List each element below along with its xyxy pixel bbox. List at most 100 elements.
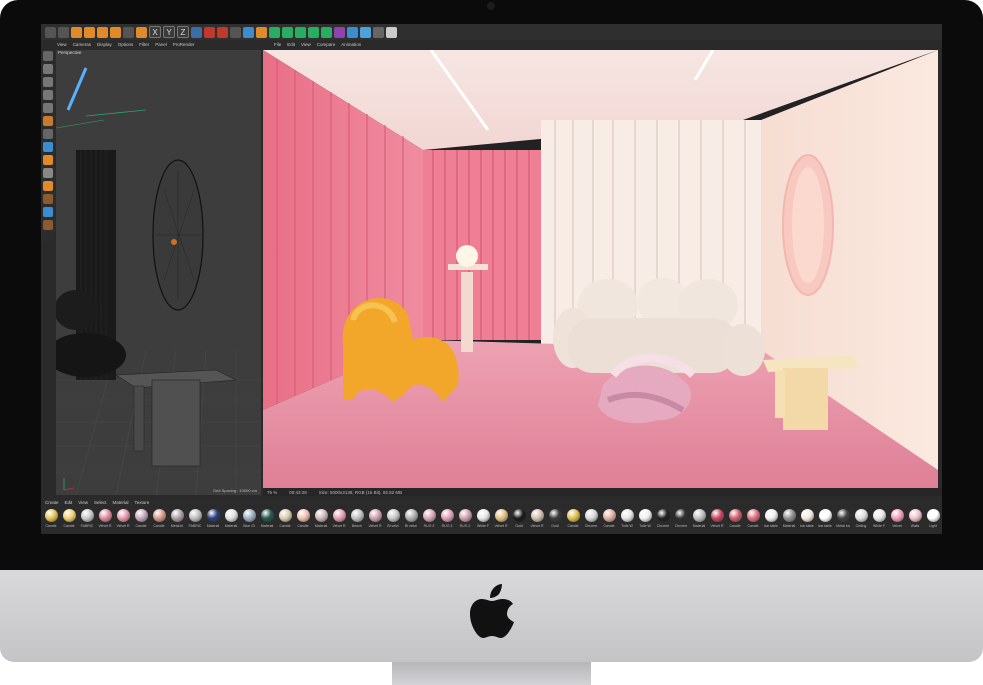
material-swatch[interactable]: Material — [205, 507, 221, 533]
material-swatch[interactable]: Candle — [745, 507, 761, 533]
axis-z-button[interactable]: Z — [177, 26, 189, 38]
mat-menu-edit[interactable]: Edit — [65, 500, 73, 505]
material-swatch[interactable]: bar table — [763, 507, 779, 533]
camera-object-icon[interactable] — [334, 26, 345, 38]
material-swatch[interactable]: Candle — [601, 507, 617, 533]
mat-menu-material[interactable]: Material — [112, 500, 128, 505]
material-swatch[interactable]: Candle — [43, 507, 59, 533]
material-swatch[interactable]: Velvet — [889, 507, 905, 533]
menu-display[interactable]: Display — [97, 41, 112, 49]
material-swatch[interactable]: Tulle W — [619, 507, 635, 533]
material-swatch[interactable]: Chrome — [583, 507, 599, 533]
workplane-icon[interactable] — [43, 155, 53, 165]
scene-icon[interactable] — [308, 26, 319, 38]
lock-icon[interactable] — [43, 220, 53, 230]
material-swatch[interactable]: Candle — [565, 507, 581, 533]
pv-menu-view[interactable]: View — [301, 41, 311, 49]
material-swatch[interactable]: Velvet R — [493, 507, 509, 533]
axis-y-button[interactable]: Y — [163, 26, 175, 38]
render-region-icon[interactable] — [204, 26, 215, 38]
render-settings-icon[interactable] — [230, 26, 241, 38]
model-mode-icon[interactable] — [43, 51, 53, 61]
add-icon[interactable] — [136, 26, 147, 38]
texture-mode-icon[interactable] — [43, 77, 53, 87]
pv-menu-edit[interactable]: Edit — [287, 41, 295, 49]
render-viewer[interactable] — [263, 50, 938, 494]
material-swatch[interactable]: Chrome — [655, 507, 671, 533]
material-swatch[interactable]: Walls — [907, 507, 923, 533]
material-swatch[interactable]: Candle — [61, 507, 77, 533]
scale-icon[interactable] — [97, 26, 108, 38]
material-swatch[interactable]: Metal ba — [835, 507, 851, 533]
material-swatch[interactable]: Bench — [349, 507, 365, 533]
material-swatch[interactable]: Velvet R — [529, 507, 545, 533]
material-swatch[interactable]: RUG 3 — [421, 507, 437, 533]
material-swatch[interactable]: Material — [313, 507, 329, 533]
material-swatch[interactable]: Material — [223, 507, 239, 533]
menu-view[interactable]: View — [57, 41, 67, 49]
undo-icon[interactable] — [45, 26, 56, 38]
material-swatch[interactable]: Velvet R — [709, 507, 725, 533]
polygons-mode-icon[interactable] — [43, 116, 53, 126]
material-swatch[interactable]: bar table — [799, 507, 815, 533]
material-swatch[interactable]: FABRIC — [79, 507, 95, 533]
light-icon[interactable] — [373, 26, 384, 38]
move-icon[interactable] — [84, 26, 95, 38]
coordinate-system-icon[interactable] — [191, 26, 202, 38]
floor-icon[interactable] — [360, 26, 371, 38]
material-swatch[interactable]: bar table — [817, 507, 833, 533]
object-mode-icon[interactable] — [43, 64, 53, 74]
material-swatch[interactable]: Metal bl — [169, 507, 185, 533]
menu-cameras[interactable]: Cameras — [73, 41, 91, 49]
material-swatch[interactable]: Chrome — [673, 507, 689, 533]
edges-mode-icon[interactable] — [43, 103, 53, 113]
material-swatch[interactable]: RUG 3 — [439, 507, 455, 533]
material-swatch[interactable]: Candle — [133, 507, 149, 533]
material-swatch[interactable]: Material — [781, 507, 797, 533]
render-view-icon[interactable] — [217, 26, 228, 38]
mat-menu-create[interactable]: Create — [45, 500, 59, 505]
material-swatch[interactable]: White F — [475, 507, 491, 533]
material-swatch[interactable]: Velvet R — [331, 507, 347, 533]
material-swatch[interactable]: Candle — [727, 507, 743, 533]
field-icon[interactable] — [295, 26, 306, 38]
rotate-icon[interactable] — [110, 26, 121, 38]
select-icon[interactable] — [71, 26, 82, 38]
redo-icon[interactable] — [58, 26, 69, 38]
material-swatch[interactable]: RUG 2 — [457, 507, 473, 533]
pv-menu-animation[interactable]: Animation — [341, 41, 361, 49]
sculpt-icon[interactable] — [43, 181, 53, 191]
cube-icon[interactable] — [243, 26, 254, 38]
material-swatch[interactable]: Velvet R — [97, 507, 113, 533]
axis-x-button[interactable]: X — [149, 26, 161, 38]
material-swatch[interactable]: Candle — [295, 507, 311, 533]
mat-menu-select[interactable]: Select — [94, 500, 107, 505]
material-swatch[interactable]: Velvet R — [115, 507, 131, 533]
menu-prorender[interactable]: ProRender — [173, 41, 195, 49]
menu-options[interactable]: Options — [118, 41, 134, 49]
paint-icon[interactable] — [43, 194, 53, 204]
deformer-icon[interactable] — [282, 26, 293, 38]
material-swatch[interactable]: Light — [925, 507, 941, 533]
generator-icon[interactable] — [269, 26, 280, 38]
perspective-viewport[interactable]: Perspective Grid Spacing : 10000 cm — [56, 50, 261, 495]
spline-icon[interactable] — [256, 26, 267, 38]
pv-menu-compare[interactable]: Compare — [317, 41, 336, 49]
material-swatch[interactable]: Gold — [547, 507, 563, 533]
material-swatch[interactable]: Bl velve — [403, 507, 419, 533]
points-mode-icon[interactable] — [43, 90, 53, 100]
material-swatch[interactable]: Material — [691, 507, 707, 533]
mograph-icon[interactable] — [321, 26, 332, 38]
material-swatch[interactable]: White F — [871, 507, 887, 533]
material-swatch[interactable]: Candle — [151, 507, 167, 533]
zoom-level[interactable]: 75 % — [267, 490, 277, 495]
mat-menu-view[interactable]: View — [78, 500, 88, 505]
tool-icon[interactable] — [123, 26, 134, 38]
material-swatch[interactable]: FABRIC — [187, 507, 203, 533]
environment-icon[interactable] — [347, 26, 358, 38]
material-swatch[interactable]: Blue Gl — [241, 507, 257, 533]
material-swatch[interactable]: Tulle W — [637, 507, 653, 533]
solo-icon[interactable] — [43, 168, 53, 178]
material-swatch[interactable]: Material — [259, 507, 275, 533]
menu-panel[interactable]: Panel — [155, 41, 167, 49]
